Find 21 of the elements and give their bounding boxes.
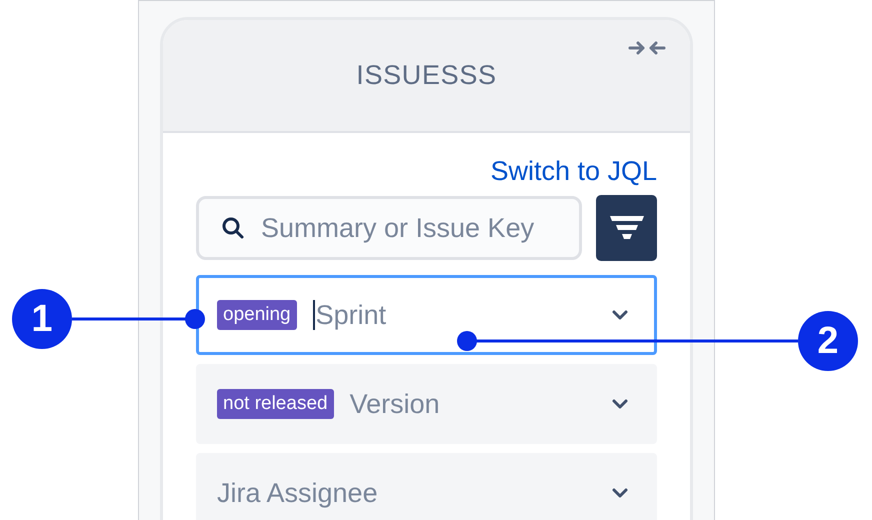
text-cursor — [312, 300, 315, 330]
status-tag: not released — [217, 389, 334, 419]
select-field[interactable]: Jira Assignee — [196, 453, 657, 520]
select-field[interactable]: not released Version — [196, 364, 657, 444]
filter-button[interactable] — [596, 195, 657, 261]
select-placeholder: Sprint — [316, 298, 388, 332]
chevron-down-icon — [612, 399, 628, 409]
chevron-down-icon — [612, 310, 628, 320]
search-field[interactable]: Summary or Issue Key — [196, 196, 582, 260]
panel-title: ISSUESSS — [356, 59, 497, 92]
callout-marker: 2 — [798, 311, 858, 371]
chevron-down-icon — [612, 488, 628, 498]
select-placeholder: Jira Assignee — [217, 476, 379, 510]
filter-icon — [608, 215, 644, 241]
status-tag: opening — [217, 300, 297, 330]
arrows-inward-icon — [628, 40, 666, 56]
search-icon — [221, 216, 245, 240]
switch-link[interactable]: Switch to JQL — [490, 155, 657, 187]
callout-marker: 1 — [12, 289, 72, 349]
select-field[interactable]: opening Sprint — [196, 275, 657, 355]
select-placeholder: Version — [350, 388, 441, 421]
